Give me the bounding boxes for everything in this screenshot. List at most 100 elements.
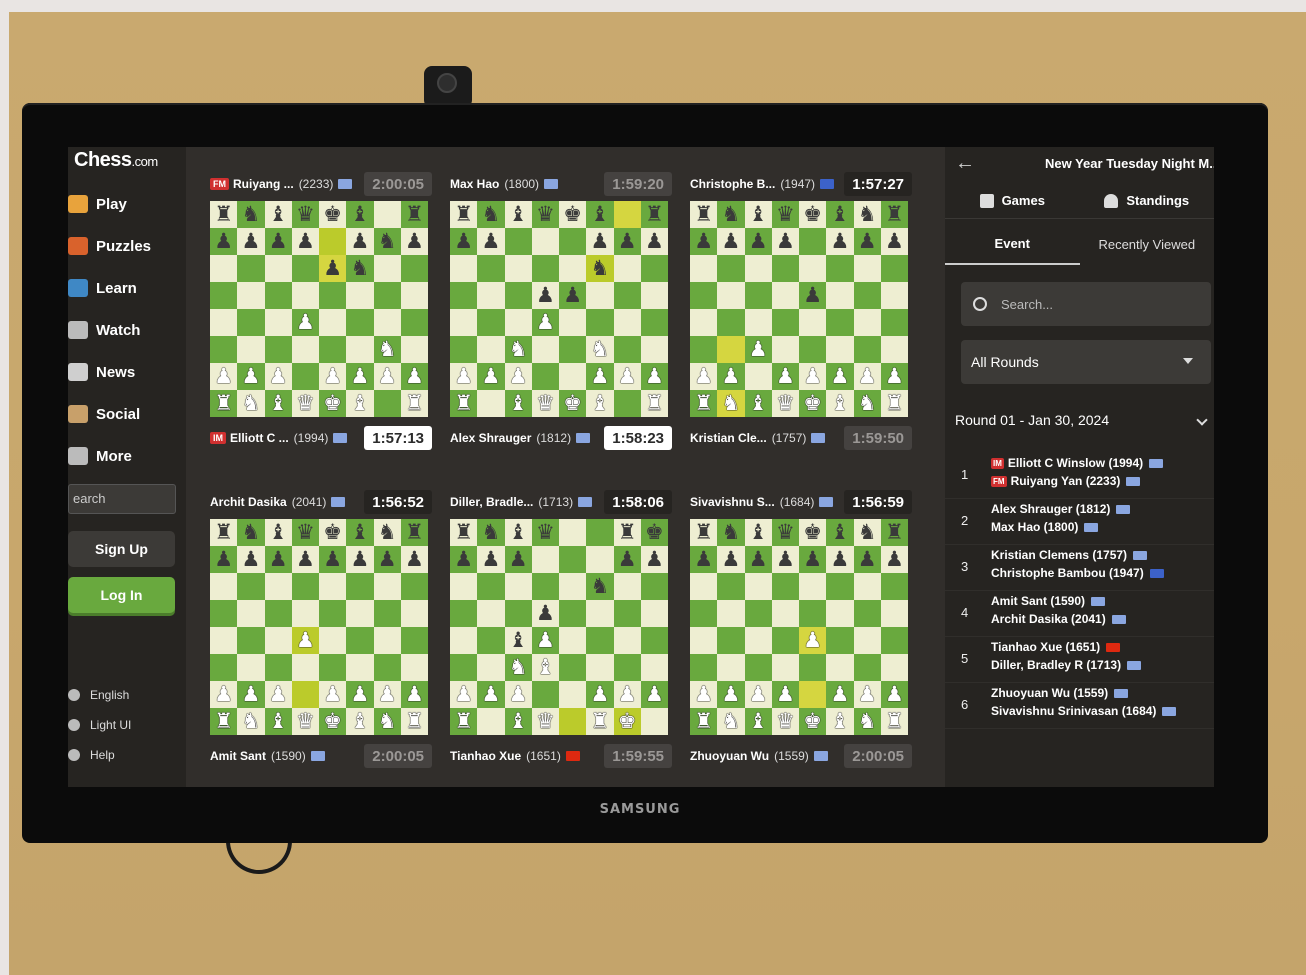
white-queen-icon[interactable]: ♛ — [536, 711, 555, 732]
square-c7[interactable]: ♟ — [744, 546, 772, 573]
white-pawn-icon[interactable]: ♟ — [214, 684, 233, 705]
square-a4[interactable] — [210, 627, 238, 654]
square-g4[interactable] — [853, 309, 881, 336]
square-b3[interactable] — [717, 654, 745, 681]
square-g5[interactable] — [613, 600, 641, 627]
square-d1[interactable]: ♛ — [291, 708, 319, 735]
square-b6[interactable] — [477, 255, 505, 282]
square-g8[interactable] — [613, 201, 641, 228]
square-h3[interactable] — [880, 654, 908, 681]
white-rook-icon[interactable]: ♜ — [694, 393, 713, 414]
square-h5[interactable] — [880, 600, 908, 627]
white-pawn-icon[interactable]: ♟ — [721, 366, 740, 387]
black-pawn-icon[interactable]: ♟ — [721, 231, 740, 252]
square-g2[interactable]: ♟ — [373, 363, 401, 390]
black-rook-icon[interactable]: ♜ — [405, 522, 424, 543]
black-pawn-icon[interactable]: ♟ — [350, 231, 369, 252]
square-d2[interactable] — [531, 681, 559, 708]
black-bishop-icon[interactable]: ♝ — [509, 630, 528, 651]
square-a3[interactable] — [450, 654, 478, 681]
square-c1[interactable]: ♝ — [504, 708, 532, 735]
square-g1[interactable]: ♚ — [613, 708, 641, 735]
square-e8[interactable] — [559, 519, 587, 546]
square-f7[interactable] — [586, 546, 614, 573]
black-pawn-icon[interactable]: ♟ — [645, 231, 664, 252]
black-pawn-icon[interactable]: ♟ — [214, 231, 233, 252]
square-b1[interactable]: ♞ — [237, 390, 265, 417]
square-c3[interactable]: ♟ — [744, 336, 772, 363]
square-c8[interactable]: ♝ — [744, 201, 772, 228]
black-bishop-icon[interactable]: ♝ — [269, 204, 288, 225]
square-a8[interactable]: ♜ — [690, 519, 718, 546]
square-h8[interactable]: ♜ — [880, 201, 908, 228]
square-g5[interactable] — [373, 600, 401, 627]
black-rook-icon[interactable]: ♜ — [454, 204, 473, 225]
square-b8[interactable]: ♞ — [717, 201, 745, 228]
square-a3[interactable] — [210, 654, 238, 681]
square-a2[interactable]: ♟ — [210, 363, 238, 390]
bottom-player-row[interactable]: Tianhao Xue (1651) 1:59:55 — [450, 743, 672, 769]
square-f6[interactable]: ♞ — [346, 255, 374, 282]
tab-standings[interactable]: Standings — [1080, 183, 1215, 218]
square-a8[interactable]: ♜ — [450, 201, 478, 228]
white-rook-icon[interactable]: ♜ — [214, 711, 233, 732]
white-pawn-icon[interactable]: ♟ — [618, 366, 637, 387]
square-e5[interactable] — [319, 282, 347, 309]
square-e2[interactable] — [559, 681, 587, 708]
square-e2[interactable]: ♟ — [319, 681, 347, 708]
square-b2[interactable]: ♟ — [717, 681, 745, 708]
square-c6[interactable] — [264, 255, 292, 282]
square-b2[interactable]: ♟ — [477, 681, 505, 708]
rounds-select[interactable]: All Rounds — [961, 340, 1211, 384]
square-d4[interactable]: ♟ — [531, 309, 559, 336]
square-g5[interactable] — [853, 600, 881, 627]
square-g4[interactable] — [373, 309, 401, 336]
footer-item-english[interactable]: English — [68, 688, 129, 702]
black-pawn-icon[interactable]: ♟ — [858, 549, 877, 570]
white-bishop-icon[interactable]: ♝ — [350, 711, 369, 732]
square-c1[interactable]: ♝ — [744, 708, 772, 735]
square-b6[interactable] — [717, 573, 745, 600]
square-b1[interactable] — [477, 390, 505, 417]
square-e4[interactable] — [559, 627, 587, 654]
square-a2[interactable]: ♟ — [450, 681, 478, 708]
square-h4[interactable] — [400, 627, 428, 654]
black-king-icon[interactable]: ♚ — [645, 522, 664, 543]
black-pawn-icon[interactable]: ♟ — [830, 549, 849, 570]
chess-com-logo[interactable]: Chess.com — [74, 149, 158, 172]
square-f8[interactable]: ♝ — [346, 519, 374, 546]
square-c4[interactable]: ♝ — [504, 627, 532, 654]
white-king-icon[interactable]: ♚ — [323, 393, 342, 414]
square-a1[interactable]: ♜ — [450, 390, 478, 417]
white-pawn-icon[interactable]: ♟ — [776, 684, 795, 705]
square-e7[interactable]: ♟ — [799, 546, 827, 573]
subtab-recently-viewed[interactable]: Recently Viewed — [1080, 223, 1215, 265]
square-h7[interactable]: ♟ — [400, 228, 428, 255]
square-d3[interactable] — [291, 654, 319, 681]
square-c5[interactable] — [504, 600, 532, 627]
square-f7[interactable]: ♟ — [826, 228, 854, 255]
black-bishop-icon[interactable]: ♝ — [749, 204, 768, 225]
log-in-button[interactable]: Log In — [68, 577, 175, 613]
square-d4[interactable]: ♟ — [531, 627, 559, 654]
black-pawn-icon[interactable]: ♟ — [378, 549, 397, 570]
square-b6[interactable] — [477, 573, 505, 600]
square-c6[interactable] — [744, 255, 772, 282]
square-a3[interactable] — [690, 336, 718, 363]
black-knight-icon[interactable]: ♞ — [241, 522, 260, 543]
square-b3[interactable] — [477, 336, 505, 363]
white-rook-icon[interactable]: ♜ — [645, 393, 664, 414]
square-f6[interactable]: ♞ — [586, 255, 614, 282]
square-h5[interactable] — [640, 600, 668, 627]
square-b4[interactable] — [237, 309, 265, 336]
square-g2[interactable]: ♟ — [613, 681, 641, 708]
black-king-icon[interactable]: ♚ — [803, 204, 822, 225]
black-pawn-icon[interactable]: ♟ — [481, 231, 500, 252]
square-g3[interactable] — [613, 654, 641, 681]
square-f1[interactable]: ♜ — [586, 708, 614, 735]
sidebar-item-social[interactable]: Social — [68, 399, 186, 429]
white-rook-icon[interactable]: ♜ — [885, 393, 904, 414]
pairing-row[interactable]: 3 Kristian Clemens (1757) Christophe Bambo… — [945, 545, 1214, 591]
square-d8[interactable]: ♛ — [771, 519, 799, 546]
black-knight-icon[interactable]: ♞ — [858, 204, 877, 225]
